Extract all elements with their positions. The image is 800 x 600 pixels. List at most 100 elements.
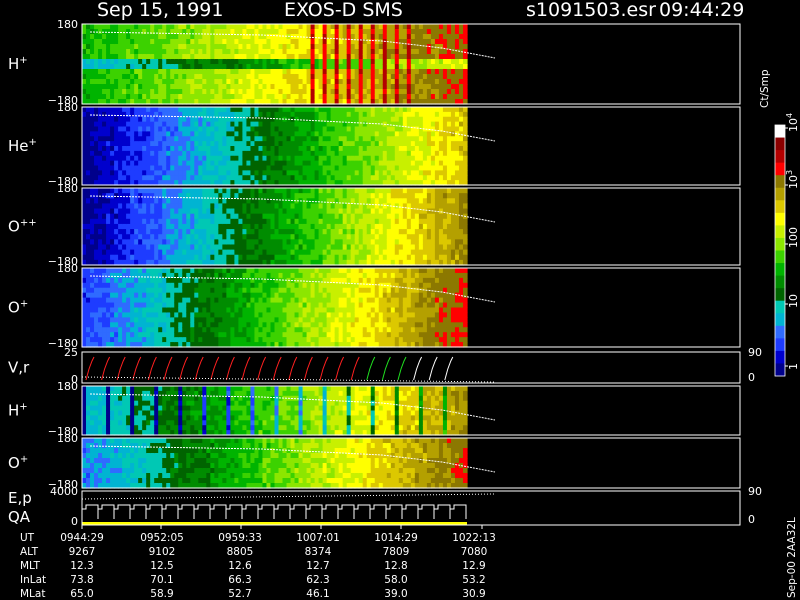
heatmap-cell (218, 160, 223, 167)
heatmap-cell (218, 150, 223, 157)
heatmap-cell (302, 89, 308, 95)
heatmap-cell (274, 249, 280, 256)
heatmap-cell (182, 165, 187, 171)
heatmap-cell (150, 277, 155, 284)
heatmap-cell (230, 203, 235, 210)
heatmap-cell (454, 84, 460, 90)
heatmap-cell (314, 84, 320, 90)
heatmap-cell (302, 146, 308, 152)
heatmap-cell (130, 203, 135, 210)
heatmap-cell (370, 64, 376, 70)
heatmap-cell (210, 44, 215, 50)
heatmap-cell (286, 49, 292, 55)
heatmap-cell (118, 307, 123, 314)
heatmap-cell (118, 188, 123, 194)
heatmap-cell (402, 208, 408, 215)
heatmap-cell (98, 141, 103, 147)
heatmap-cell (126, 244, 131, 251)
heatmap-cell (462, 170, 468, 176)
heatmap-cell (314, 239, 320, 246)
heatmap-cell (230, 89, 235, 95)
heatmap-cell (238, 170, 244, 176)
heatmap-cell (366, 218, 372, 225)
heatmap-cell (422, 229, 428, 235)
heatmap-cell (106, 69, 111, 75)
heatmap-cell (178, 277, 183, 284)
heatmap-cell (194, 254, 199, 261)
heatmap-cell (286, 89, 292, 95)
heatmap-cell (178, 234, 183, 240)
heatmap-cell (298, 188, 304, 194)
heatmap-cell (114, 292, 119, 299)
heatmap-cell (398, 79, 404, 85)
heatmap-cell (430, 64, 436, 70)
heatmap-cell (366, 254, 372, 261)
heatmap-cell (398, 198, 404, 204)
heatmap-cell (166, 268, 171, 274)
heatmap-cell (334, 165, 340, 171)
heatmap-cell (142, 282, 147, 289)
heatmap-cell (290, 213, 296, 220)
heatmap-cell (330, 79, 336, 85)
heatmap-cell (378, 155, 384, 162)
heatmap-cell (350, 249, 356, 256)
heatmap-cell (294, 208, 300, 215)
heatmap-cell (274, 198, 280, 204)
heatmap-cell (86, 170, 91, 176)
heatmap-cell (434, 107, 440, 113)
heatmap-cell (378, 254, 384, 261)
heatmap-cell (102, 146, 107, 152)
heatmap-cell (462, 239, 468, 246)
heatmap-cell (158, 49, 163, 55)
heatmap-cell (82, 126, 87, 132)
heatmap-cell (290, 121, 296, 128)
heatmap-cell (406, 223, 412, 230)
heatmap-cell (146, 54, 151, 60)
heatmap-cell (306, 49, 312, 55)
heatmap-cell (398, 213, 404, 220)
heatmap-cell (126, 317, 131, 323)
heatmap-cell (454, 146, 460, 152)
heatmap-cell (238, 111, 244, 118)
heatmap-cell (174, 317, 179, 323)
heatmap-cell (342, 150, 348, 157)
heatmap-cell (154, 59, 159, 65)
heatmap-cell (146, 302, 151, 309)
heatmap-cell (178, 116, 183, 123)
heatmap-cell (294, 141, 300, 147)
heatmap-cell (102, 234, 107, 240)
heatmap-cell (170, 74, 175, 80)
heatmap-cell (206, 107, 211, 113)
heatmap-cell (82, 116, 87, 123)
heatmap-cell (162, 203, 167, 210)
heatmap-cell (162, 193, 167, 199)
heatmap-cell (262, 89, 268, 95)
heatmap-cell (422, 29, 428, 35)
heatmap-cell (346, 213, 352, 220)
heatmap-cell (150, 193, 155, 199)
heatmap-cell (126, 59, 131, 65)
heatmap-cell (414, 193, 420, 199)
heatmap-cell (110, 116, 115, 123)
heatmap-cell (282, 208, 288, 215)
heatmap-cell (278, 175, 284, 181)
heatmap-cell (446, 254, 452, 261)
heatmap-cell (302, 175, 308, 181)
heatmap-cell (110, 332, 115, 338)
heatmap-cell (86, 234, 91, 240)
heatmap-cell (242, 188, 248, 194)
heatmap-cell (90, 54, 95, 60)
heatmap-cell (222, 150, 227, 157)
heatmap-cell (178, 322, 183, 328)
heatmap-cell (242, 193, 248, 199)
heatmap-cell (174, 254, 179, 261)
heatmap-cell (286, 54, 292, 60)
heatmap-cell (90, 107, 95, 113)
heatmap-cell (290, 165, 296, 171)
heatmap-cell (394, 155, 400, 162)
heatmap-cell (126, 39, 131, 45)
heatmap-cell (422, 223, 428, 230)
heatmap-cell (458, 223, 464, 230)
heatmap-cell (198, 107, 203, 113)
heatmap-cell (314, 131, 320, 137)
